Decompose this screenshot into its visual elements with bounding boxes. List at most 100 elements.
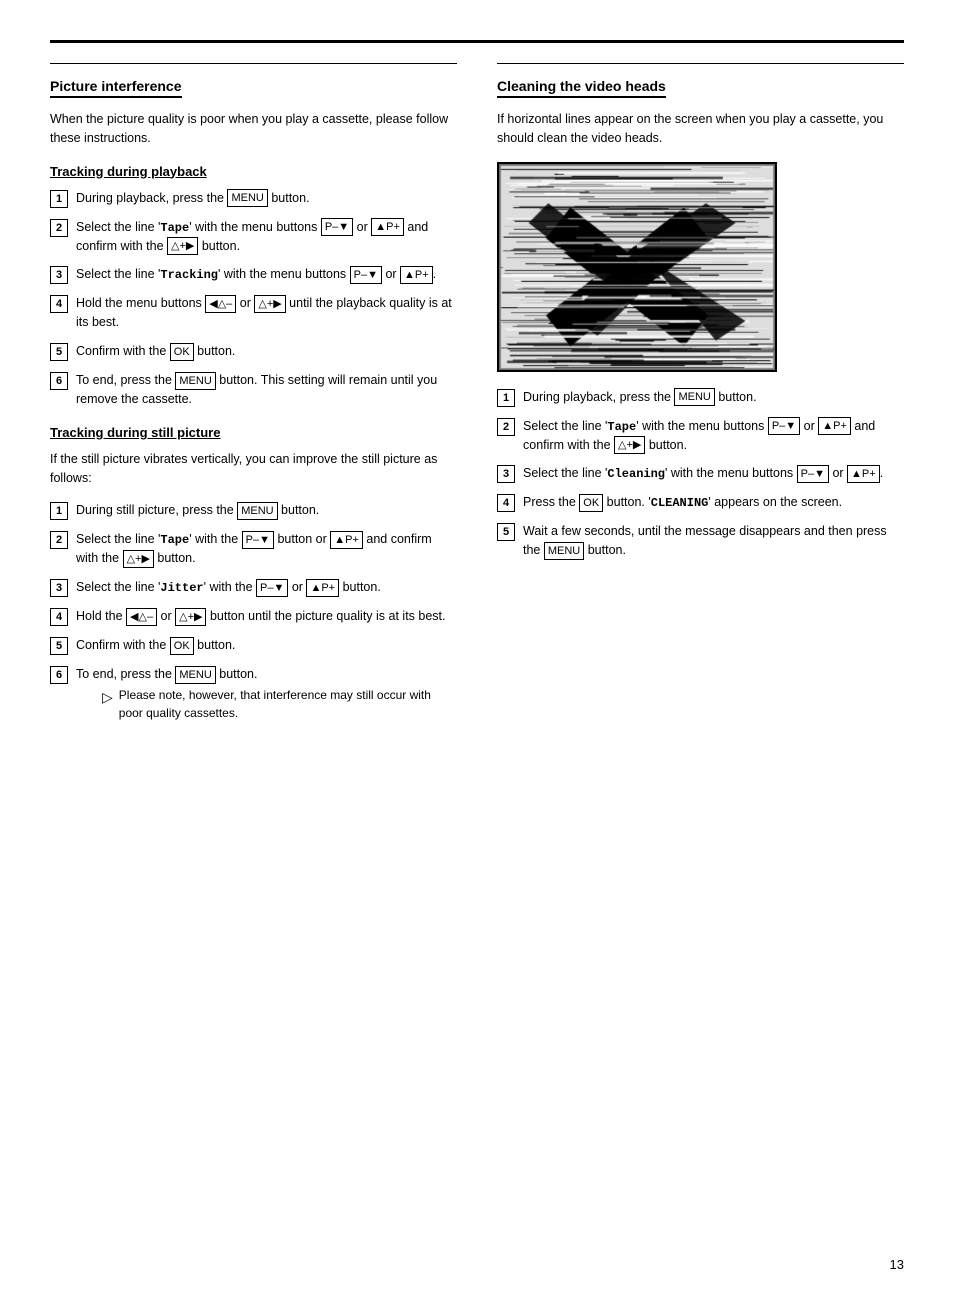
step-content: During playback, press the MENU button.	[523, 388, 904, 407]
step-content: Confirm with the OK button.	[76, 636, 457, 655]
step-content: Wait a few seconds, until the message di…	[523, 522, 904, 560]
applus-btn: ▲P+	[847, 465, 880, 484]
step-left-1-6: 6 To end, press the MENU button. This se…	[50, 371, 457, 409]
tracking-playback-title: Tracking during playback	[50, 164, 457, 179]
step-content: Confirm with the OK button.	[76, 342, 457, 361]
step-content: Select the line 'Cleaning' with the menu…	[523, 464, 904, 483]
step-num: 1	[497, 389, 515, 407]
advance-btn: △+▶	[254, 295, 285, 314]
step-content: Select the line 'Tape' with the menu but…	[523, 417, 904, 455]
tracking-still-title: Tracking during still picture	[50, 425, 457, 440]
advance-btn: △+▶	[123, 550, 154, 569]
menu-btn: MENU	[227, 189, 267, 208]
step-left-2-4: 4 Hold the ◀△– or △+▶ button until the p…	[50, 607, 457, 626]
step-left-2-5: 5 Confirm with the OK button.	[50, 636, 457, 655]
step-num: 5	[497, 523, 515, 541]
pminus-btn: P–▼	[350, 266, 382, 285]
page-container: Picture interference When the picture qu…	[0, 0, 954, 1302]
applus-btn: ▲P+	[306, 579, 339, 598]
step-num: 5	[50, 343, 68, 361]
applus-btn: ▲P+	[400, 266, 433, 285]
tracking-still-intro: If the still picture vibrates vertically…	[50, 450, 457, 488]
video-heads-image	[497, 162, 777, 372]
applus-btn: ▲P+	[371, 218, 404, 237]
step-left-1-2: 2 Select the line 'Tape' with the menu b…	[50, 218, 457, 256]
step-num: 6	[50, 372, 68, 390]
advance-btn: △+▶	[614, 436, 645, 455]
step-num: 3	[50, 579, 68, 597]
pminus-btn: P–▼	[768, 417, 800, 436]
ok-btn: OK	[170, 343, 194, 362]
picture-interference-intro: When the picture quality is poor when yo…	[50, 110, 457, 148]
pminus-btn: P–▼	[321, 218, 353, 237]
step-num: 1	[50, 190, 68, 208]
step-left-1-5: 5 Confirm with the OK button.	[50, 342, 457, 361]
mono-tracking: Tracking	[160, 268, 218, 282]
cleaning-title: Cleaning the video heads	[497, 78, 666, 98]
applus-btn: ▲P+	[330, 531, 363, 550]
advance-btn: △+▶	[175, 608, 206, 627]
mono-tape: Tape	[160, 533, 189, 547]
step-content: Select the line 'Tape' with the P–▼ butt…	[76, 530, 457, 568]
step-num: 4	[50, 608, 68, 626]
pminus-btn: P–▼	[256, 579, 288, 598]
step-num: 6	[50, 666, 68, 684]
step-content: Press the OK button. 'CLEANING' appears …	[523, 493, 904, 512]
step-content: To end, press the MENU button. ▷ Please …	[76, 665, 457, 722]
step-num: 4	[497, 494, 515, 512]
rewind-btn: ◀△–	[205, 295, 236, 314]
ok-btn: OK	[170, 637, 194, 656]
step-num: 3	[497, 465, 515, 483]
menu-btn: MENU	[674, 388, 714, 407]
top-border	[50, 40, 904, 43]
step-num: 2	[497, 418, 515, 436]
step-left-2-2: 2 Select the line 'Tape' with the P–▼ bu…	[50, 530, 457, 568]
cleaning-intro: If horizontal lines appear on the screen…	[497, 110, 904, 148]
step-content: Hold the ◀△– or △+▶ button until the pic…	[76, 607, 457, 626]
step-left-1-3: 3 Select the line 'Tracking' with the me…	[50, 265, 457, 284]
mono-cleaning-caps: CLEANING	[651, 496, 709, 510]
mono-cleaning: Cleaning	[607, 467, 665, 481]
step-right-3: 3 Select the line 'Cleaning' with the me…	[497, 464, 904, 483]
step-right-2: 2 Select the line 'Tape' with the menu b…	[497, 417, 904, 455]
step-content: To end, press the MENU button. This sett…	[76, 371, 457, 409]
advance-btn: △+▶	[167, 237, 198, 256]
menu-btn: MENU	[175, 372, 215, 391]
step-right-5: 5 Wait a few seconds, until the message …	[497, 522, 904, 560]
step-left-2-6: 6 To end, press the MENU button. ▷ Pleas…	[50, 665, 457, 722]
applus-btn: ▲P+	[818, 417, 851, 436]
note-text: Please note, however, that interference …	[119, 686, 457, 722]
step-content: Select the line 'Tracking' with the menu…	[76, 265, 457, 284]
step-left-1-1: 1 During playback, press the MENU button…	[50, 189, 457, 208]
mono-jitter: Jitter	[160, 581, 203, 595]
note-item: ▷ Please note, however, that interferenc…	[102, 686, 457, 722]
step-right-1: 1 During playback, press the MENU button…	[497, 388, 904, 407]
rewind-btn: ◀△–	[126, 608, 157, 627]
step-content: During playback, press the MENU button.	[76, 189, 457, 208]
step-num: 2	[50, 219, 68, 237]
menu-btn: MENU	[544, 542, 584, 561]
step-left-2-1: 1 During still picture, press the MENU b…	[50, 501, 457, 520]
step-num: 3	[50, 266, 68, 284]
note-arrow-icon: ▷	[102, 687, 113, 708]
left-column: Picture interference When the picture qu…	[50, 63, 457, 732]
menu-btn: MENU	[175, 666, 215, 685]
step-num: 2	[50, 531, 68, 549]
ok-btn: OK	[579, 494, 603, 513]
step-right-4: 4 Press the OK button. 'CLEANING' appear…	[497, 493, 904, 512]
step-num: 5	[50, 637, 68, 655]
step-num: 1	[50, 502, 68, 520]
menu-btn: MENU	[237, 502, 277, 521]
picture-interference-title: Picture interference	[50, 78, 182, 98]
mono-tape: Tape	[160, 221, 189, 235]
step-num: 4	[50, 295, 68, 313]
step-left-1-4: 4 Hold the menu buttons ◀△– or △+▶ until…	[50, 294, 457, 332]
step-content: Select the line 'Tape' with the menu but…	[76, 218, 457, 256]
pminus-btn: P–▼	[242, 531, 274, 550]
step-content: Hold the menu buttons ◀△– or △+▶ until t…	[76, 294, 457, 332]
step-content: Select the line 'Jitter' with the P–▼ or…	[76, 578, 457, 597]
mono-tape: Tape	[607, 420, 636, 434]
columns: Picture interference When the picture qu…	[50, 63, 904, 732]
pminus-btn: P–▼	[797, 465, 829, 484]
step-left-2-3: 3 Select the line 'Jitter' with the P–▼ …	[50, 578, 457, 597]
